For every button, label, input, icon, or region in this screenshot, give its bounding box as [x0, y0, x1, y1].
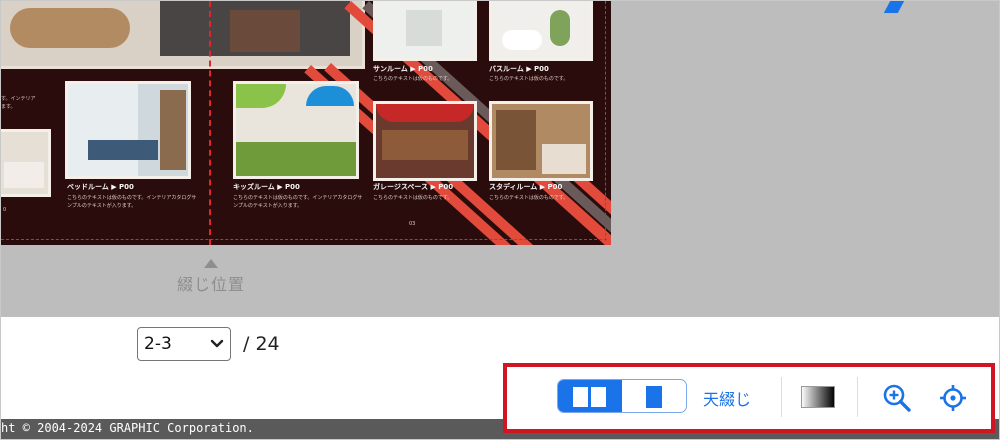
caption-text: こちらのテキストは仮のものです。 [373, 76, 453, 82]
caption-text: こちらのテキストは仮のものです。 [373, 195, 453, 201]
left-edge-text: ます。 [1, 104, 16, 110]
caption-title: ガレージスペース ▶ P00 [373, 183, 454, 191]
crosshair-icon [940, 385, 966, 411]
left-edge-text: す。インテリア [1, 96, 36, 102]
catalog-spread[interactable]: ベッドルーム ▶ P00 こちらのテキストは仮のものです。インテリアカタログサン… [1, 1, 611, 245]
caption-text: こちらのテキストは仮のものです。 [489, 76, 569, 82]
page-navigator: 2-3 / 24 [137, 327, 280, 361]
page-total: / 24 [243, 333, 280, 355]
fit-center-button[interactable] [938, 383, 968, 413]
caption-title: バスルーム ▶ P00 [489, 65, 549, 73]
bleed-guide [1, 239, 607, 240]
caption-title: ベッドルーム ▶ P00 [67, 183, 134, 191]
study-room-photo [489, 101, 593, 181]
toolbar-highlight: 天綴じ [503, 363, 995, 433]
caption-text: こちらのテキストは仮のものです。インテリアカタログサンプルのテキストが入ります。 [67, 195, 197, 209]
caption-title: サンルーム ▶ P00 [373, 65, 433, 73]
toolbar-divider [781, 377, 782, 417]
fold-line [209, 1, 211, 245]
two-page-icon [573, 387, 606, 407]
page-select[interactable]: 2-3 [137, 327, 231, 361]
grayscale-gradient-icon [801, 386, 835, 408]
spread-view-button[interactable] [558, 380, 622, 412]
view-mode-toggle[interactable] [557, 379, 687, 413]
viewer-frame: ベッドルーム ▶ P00 こちらのテキストは仮のものです。インテリアカタログサン… [0, 0, 1000, 440]
single-view-button[interactable] [622, 380, 686, 412]
bedroom-photo [65, 81, 191, 179]
caption-title: スタディルーム ▶ P00 [489, 183, 563, 191]
caption-title: キッズルーム ▶ P00 [233, 183, 300, 191]
corner-accent-icon [883, 1, 905, 13]
caption-text: こちらのテキストは仮のものです。 [489, 195, 569, 201]
sofa-photo [1, 129, 51, 197]
zoom-in-button[interactable] [882, 383, 912, 413]
zoom-in-icon [883, 384, 911, 412]
top-binding-button[interactable]: 天綴じ [703, 386, 751, 410]
copyright-text: ht © 2004-2024 GRAPHIC Corporation. [1, 421, 254, 435]
single-page-icon [646, 386, 662, 408]
right-page-number: 03 [409, 221, 416, 227]
bathroom-photo [489, 1, 593, 61]
viewer-toolbar: 天綴じ [507, 367, 991, 429]
toolbar-divider [857, 377, 858, 417]
triangle-up-icon [204, 259, 218, 268]
bleed-guide [605, 1, 606, 241]
left-page-number: 0 [3, 207, 7, 213]
garage-photo [373, 101, 477, 181]
living-room-photo [1, 1, 365, 69]
chevron-down-icon [210, 339, 224, 348]
binding-position-label: 綴じ位置 [176, 275, 245, 294]
spread-preview-area: ベッドルーム ▶ P00 こちらのテキストは仮のものです。インテリアカタログサン… [1, 1, 999, 317]
binding-position-marker: 綴じ位置 [166, 259, 256, 295]
page-select-value: 2-3 [144, 334, 172, 354]
sunroom-photo [373, 1, 477, 61]
grayscale-button[interactable] [801, 386, 835, 408]
caption-text: こちらのテキストは仮のものです。インテリアカタログサンプルのテキストが入ります。 [233, 195, 363, 209]
kids-room-photo [233, 81, 359, 179]
